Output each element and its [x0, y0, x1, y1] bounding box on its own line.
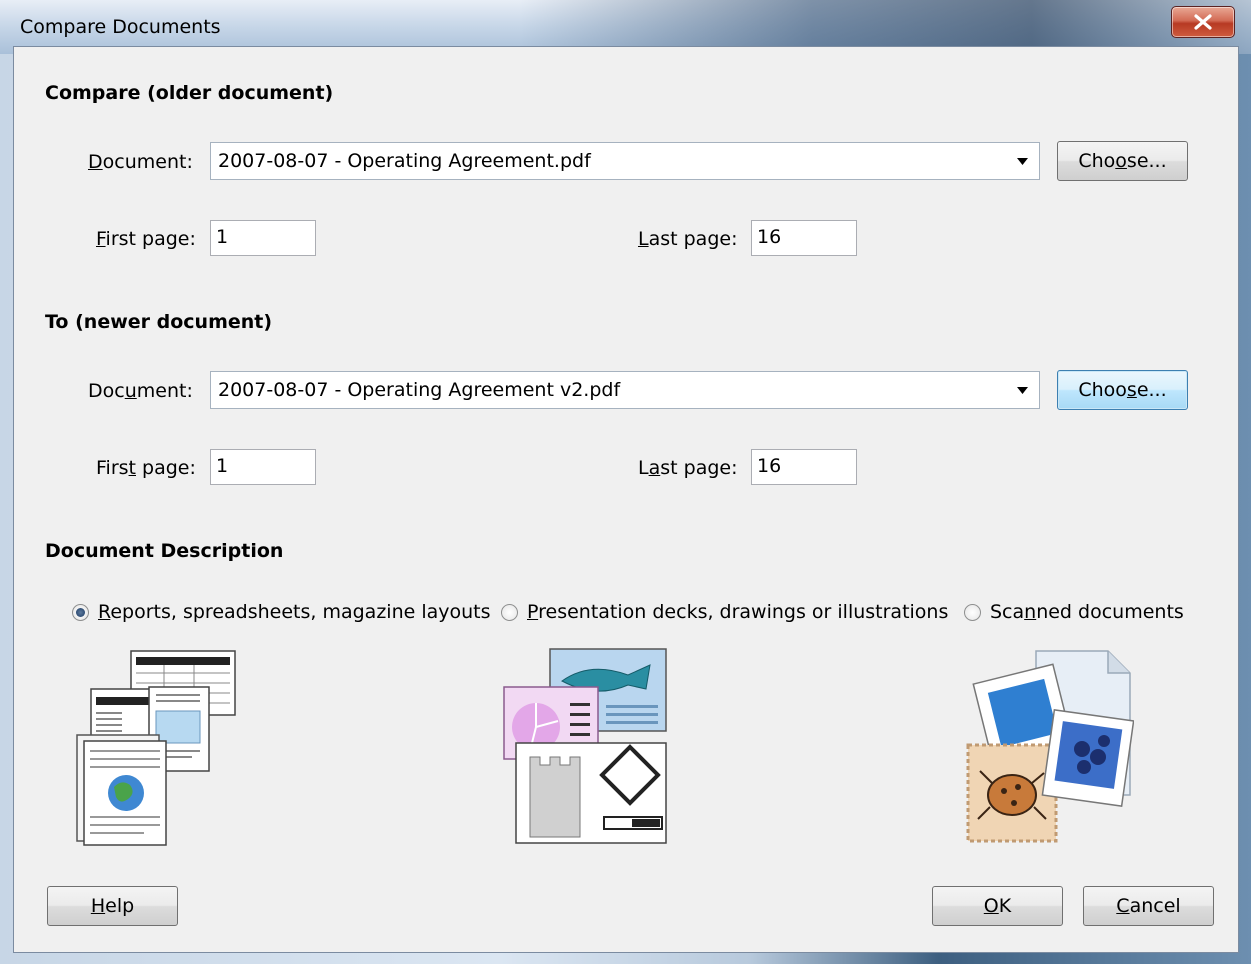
older-document-value: 2007-08-07 - Operating Agreement.pdf [218, 150, 591, 172]
older-first-page-value: 1 [216, 226, 229, 248]
newer-document-combo[interactable]: 2007-08-07 - Operating Agreement v2.pdf [210, 371, 1040, 409]
ok-button[interactable]: OK [932, 886, 1063, 926]
cancel-button[interactable]: Cancel [1083, 886, 1214, 926]
older-document-combo[interactable]: 2007-08-07 - Operating Agreement.pdf [210, 142, 1040, 180]
older-last-page-input[interactable]: 16 [751, 220, 857, 256]
older-first-page-input[interactable]: 1 [210, 220, 316, 256]
older-last-page-value: 16 [757, 226, 782, 248]
older-document-label: Document: [88, 151, 193, 173]
older-section-heading: Compare (older document) [45, 82, 334, 104]
newer-first-page-input[interactable]: 1 [210, 449, 316, 485]
older-first-page-label: First page: [96, 228, 196, 250]
older-last-page-label: Last page: [638, 228, 738, 250]
newer-document-label: Document: [88, 380, 193, 402]
scanned-icon [966, 650, 1134, 843]
description-heading: Document Description [45, 540, 284, 562]
chevron-down-icon [1017, 158, 1028, 165]
radio-reports-button[interactable] [72, 604, 89, 621]
newer-choose-button[interactable]: Choose... [1057, 370, 1188, 410]
newer-first-page-value: 1 [216, 455, 229, 477]
radio-scanned-button[interactable] [964, 604, 981, 621]
presentation-icon [503, 648, 667, 844]
newer-last-page-label: Last page: [638, 457, 738, 479]
radio-presentation-button[interactable] [501, 604, 518, 621]
older-choose-button[interactable]: Choose... [1057, 141, 1188, 181]
dialog-body: Compare (older document) Document: 2007-… [13, 46, 1239, 953]
chevron-down-icon [1017, 387, 1028, 394]
reports-icon [76, 650, 236, 846]
newer-last-page-input[interactable]: 16 [751, 449, 857, 485]
newer-last-page-value: 16 [757, 455, 782, 477]
dialog-window: Compare Documents Compare (older documen… [0, 0, 1251, 964]
radio-reports-label[interactable]: Reports, spreadsheets, magazine layouts [98, 601, 491, 623]
radio-presentation-label[interactable]: Presentation decks, drawings or illustra… [527, 601, 948, 623]
window-title: Compare Documents [20, 16, 221, 38]
help-button[interactable]: Help [47, 886, 178, 926]
newer-document-dropdown[interactable] [1007, 372, 1039, 408]
newer-first-page-label: First page: [96, 457, 196, 479]
close-button[interactable] [1171, 6, 1235, 38]
close-icon [1194, 14, 1212, 30]
radio-scanned-label[interactable]: Scanned documents [990, 601, 1184, 623]
newer-document-value: 2007-08-07 - Operating Agreement v2.pdf [218, 379, 621, 401]
newer-section-heading: To (newer document) [45, 311, 273, 333]
older-document-dropdown[interactable] [1007, 143, 1039, 179]
